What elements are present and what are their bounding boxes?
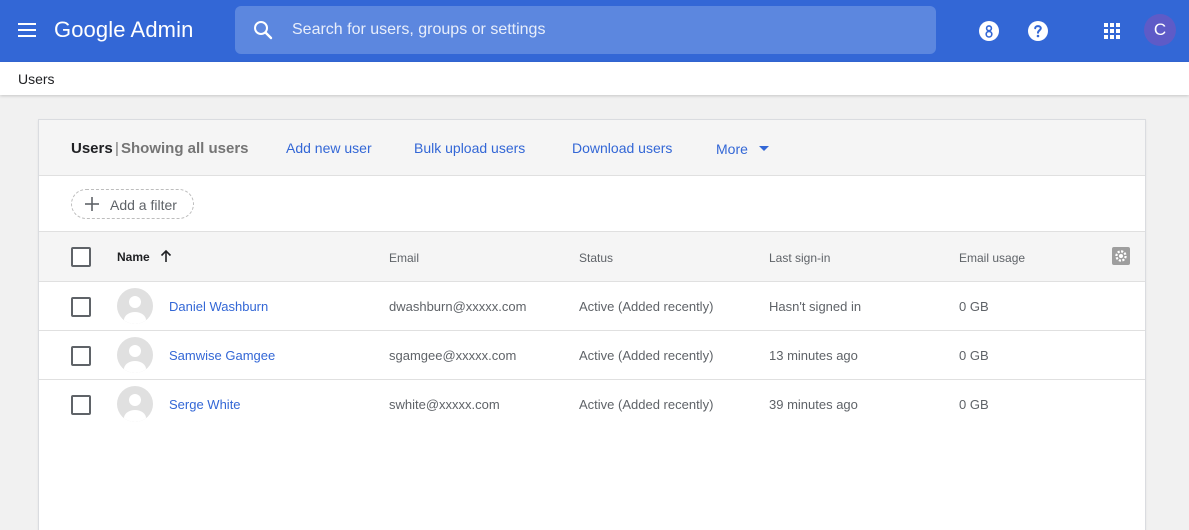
column-header-status[interactable]: Status [579, 251, 613, 265]
user-status: Active (Added recently) [579, 299, 714, 314]
breadcrumb: Users [0, 62, 1189, 95]
user-last-signin: 39 minutes ago [769, 397, 858, 412]
top-app-bar: Google Admin C [0, 0, 1189, 62]
add-filter-label: Add a filter [110, 197, 177, 213]
card-title: Users [71, 140, 113, 157]
apps-grid-icon [1104, 23, 1120, 39]
gear-icon[interactable] [1111, 246, 1131, 266]
user-email-usage: 0 GB [959, 299, 989, 314]
apps-button[interactable] [1100, 19, 1124, 43]
avatar [117, 386, 153, 422]
column-header-name[interactable]: Name [117, 250, 150, 264]
select-all-checkbox[interactable] [71, 247, 91, 267]
avatar [117, 337, 153, 373]
table-row[interactable]: Serge White swhite@xxxxx.com Active (Add… [39, 380, 1145, 429]
avatar [117, 288, 153, 324]
column-header-email[interactable]: Email [389, 251, 419, 265]
search-bar[interactable] [235, 6, 936, 54]
card-subtitle: Showing all users [121, 140, 249, 157]
user-status: Active (Added recently) [579, 348, 714, 363]
search-input[interactable] [292, 6, 912, 54]
user-name-link[interactable]: Samwise Gamgee [169, 348, 275, 363]
user-status: Active (Added recently) [579, 397, 714, 412]
main-menu-button[interactable] [14, 17, 40, 43]
user-last-signin: Hasn't signed in [769, 299, 862, 314]
account-avatar[interactable]: C [1144, 14, 1176, 46]
user-email-usage: 0 GB [959, 348, 989, 363]
sort-ascending-icon[interactable] [159, 249, 173, 263]
support-icon [979, 21, 999, 41]
title-separator: | [115, 140, 119, 157]
download-users-button[interactable]: Download users [572, 140, 672, 156]
user-placeholder-icon [124, 296, 146, 324]
product-logo[interactable]: Google Admin [54, 17, 193, 43]
user-email: sgamgee@xxxxx.com [389, 348, 517, 363]
column-header-last-signin[interactable]: Last sign-in [769, 251, 830, 265]
bulk-upload-users-button[interactable]: Bulk upload users [414, 140, 525, 156]
row-checkbox[interactable] [71, 346, 91, 366]
more-menu-button[interactable]: More [716, 141, 748, 157]
add-filter-button[interactable]: Add a filter [71, 189, 194, 219]
column-header-email-usage[interactable]: Email usage [959, 251, 1025, 265]
user-email: swhite@xxxxx.com [389, 397, 500, 412]
row-checkbox[interactable] [71, 395, 91, 415]
table-row[interactable]: Samwise Gamgee sgamgee@xxxxx.com Active … [39, 331, 1145, 380]
user-email: dwashburn@xxxxx.com [389, 299, 527, 314]
add-new-user-button[interactable]: Add new user [286, 140, 372, 156]
users-card: Users | Showing all users Add new user B… [38, 119, 1146, 530]
card-header: Users | Showing all users Add new user B… [39, 120, 1145, 176]
user-name-link[interactable]: Daniel Washburn [169, 299, 268, 314]
user-last-signin: 13 minutes ago [769, 348, 858, 363]
user-email-usage: 0 GB [959, 397, 989, 412]
table-header: Name Email Status Last sign-in Email usa… [39, 232, 1145, 282]
chevron-down-icon[interactable] [759, 146, 769, 151]
help-icon [1028, 21, 1048, 41]
filter-bar: Add a filter [39, 176, 1145, 232]
user-placeholder-icon [124, 394, 146, 422]
breadcrumb-users[interactable]: Users [18, 71, 55, 87]
search-icon[interactable] [251, 18, 275, 42]
menu-icon [18, 23, 36, 37]
table-row[interactable]: Daniel Washburn dwashburn@xxxxx.com Acti… [39, 282, 1145, 331]
help-button[interactable] [1026, 19, 1050, 43]
support-button[interactable] [977, 19, 1001, 43]
plus-icon [85, 197, 99, 211]
row-checkbox[interactable] [71, 297, 91, 317]
user-placeholder-icon [124, 345, 146, 373]
user-name-link[interactable]: Serge White [169, 397, 241, 412]
